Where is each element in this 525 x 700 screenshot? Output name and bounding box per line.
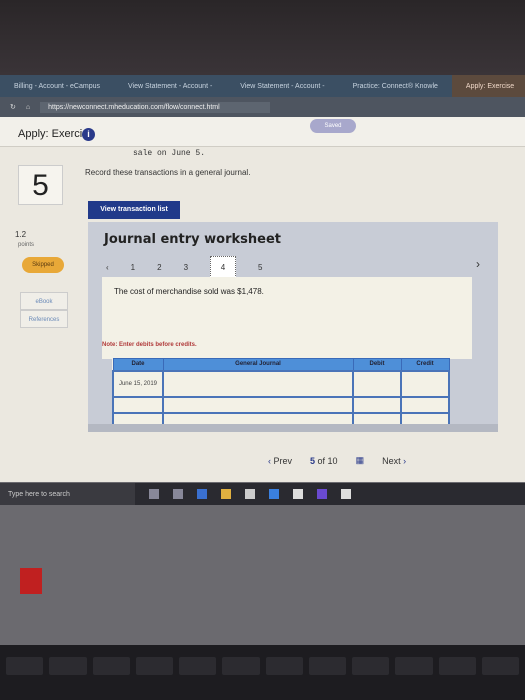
url-input[interactable]: https://newconnect.mheducation.com/flow/… bbox=[40, 101, 271, 113]
key bbox=[352, 657, 390, 675]
journal-table: Date General Journal Debit Credit June 1… bbox=[112, 358, 450, 430]
tab-billing[interactable]: Billing - Account - eCampus bbox=[0, 83, 114, 90]
date-cell bbox=[112, 395, 164, 414]
keyboard bbox=[0, 645, 525, 700]
key bbox=[92, 657, 130, 675]
account-input[interactable] bbox=[162, 395, 354, 414]
next-label: Next bbox=[382, 455, 401, 466]
prev-button[interactable]: ‹ Prev bbox=[268, 456, 292, 466]
page-total: of 10 bbox=[317, 455, 338, 466]
debit-input[interactable] bbox=[352, 369, 402, 398]
key bbox=[135, 657, 173, 675]
ebook-button[interactable]: eBook bbox=[20, 292, 68, 310]
references-button[interactable]: References bbox=[20, 310, 68, 328]
store-icon[interactable] bbox=[245, 489, 255, 499]
note: Note: Enter debits before credits. bbox=[102, 342, 197, 348]
worksheet-title: Journal entry worksheet bbox=[104, 232, 281, 247]
mcgraw-hill-logo bbox=[20, 568, 42, 594]
key bbox=[6, 657, 44, 675]
instruction: Record these transactions in a general j… bbox=[85, 168, 251, 177]
tab-view-statement-1[interactable]: View Statement - Account - bbox=[114, 83, 226, 90]
app-icon[interactable] bbox=[269, 489, 279, 499]
address-bar-row: ↻ ⌂ https://newconnect.mheducation.com/f… bbox=[0, 97, 525, 117]
tab-practice[interactable]: Practice: Connect® Knowle bbox=[339, 83, 452, 90]
table-row bbox=[112, 395, 450, 414]
folder-icon[interactable] bbox=[221, 489, 231, 499]
credit-input[interactable] bbox=[400, 395, 450, 414]
key bbox=[395, 657, 433, 675]
question-fragment: sale on June 5. bbox=[133, 149, 206, 158]
journal-worksheet: Journal entry worksheet ‹ 1 2 3 4 5 › Th… bbox=[88, 222, 498, 432]
prev-step-icon[interactable]: ‹ bbox=[106, 263, 109, 272]
step-5[interactable]: 5 bbox=[258, 263, 262, 272]
key bbox=[222, 657, 260, 675]
refresh-icon[interactable]: ↻ bbox=[10, 103, 16, 111]
question-nav: ‹ Prev 5 of 10 ▦ Next › bbox=[268, 455, 406, 466]
key bbox=[438, 657, 476, 675]
step-2[interactable]: 2 bbox=[157, 263, 161, 272]
app3-icon[interactable] bbox=[341, 489, 351, 499]
key bbox=[179, 657, 217, 675]
info-icon[interactable]: i bbox=[82, 128, 95, 141]
col-credit: Credit bbox=[400, 358, 450, 371]
mic-icon[interactable] bbox=[149, 489, 159, 499]
task-view-icon[interactable] bbox=[173, 489, 183, 499]
points-value: 1.2 bbox=[15, 230, 27, 239]
points-label: points bbox=[18, 242, 35, 248]
question-number: 5 bbox=[18, 165, 63, 205]
app2-icon[interactable] bbox=[317, 489, 327, 499]
account-input[interactable] bbox=[162, 369, 354, 398]
page: Apply: Exercise i Saved sale on June 5. … bbox=[0, 117, 525, 594]
page-indicator: 5 of 10 bbox=[310, 456, 338, 466]
current-page: 5 bbox=[310, 455, 316, 466]
step-4[interactable]: 4 bbox=[210, 256, 237, 278]
edge-icon[interactable] bbox=[197, 489, 207, 499]
header: Apply: Exercise i Saved bbox=[0, 117, 525, 147]
tab-view-statement-2[interactable]: View Statement - Account - bbox=[226, 83, 338, 90]
dropbox-icon[interactable] bbox=[293, 489, 303, 499]
key bbox=[308, 657, 346, 675]
step-1[interactable]: 1 bbox=[131, 263, 135, 272]
home-icon[interactable]: ⌂ bbox=[26, 104, 30, 111]
prev-label: Prev bbox=[273, 455, 293, 466]
browser-tabs: Billing - Account - eCampus View Stateme… bbox=[0, 75, 525, 97]
horizontal-scrollbar[interactable] bbox=[88, 424, 498, 432]
tab-apply-exercise[interactable]: Apply: Exercise bbox=[451, 75, 525, 97]
table-row: June 15, 2019 bbox=[112, 369, 450, 398]
col-debit: Debit bbox=[352, 358, 402, 371]
view-transaction-list-button[interactable]: View transaction list bbox=[88, 201, 180, 219]
credit-input[interactable] bbox=[400, 369, 450, 398]
table-header: Date General Journal Debit Credit bbox=[112, 358, 450, 371]
taskbar: Type here to search bbox=[0, 483, 525, 505]
debit-input[interactable] bbox=[352, 395, 402, 414]
key bbox=[265, 657, 303, 675]
screen-bezel bbox=[0, 0, 525, 75]
status-badge: Skipped bbox=[22, 257, 64, 273]
taskbar-search[interactable]: Type here to search bbox=[0, 483, 135, 505]
col-date: Date bbox=[112, 358, 164, 371]
grid-icon[interactable]: ▦ bbox=[356, 455, 365, 466]
step-3[interactable]: 3 bbox=[184, 263, 188, 272]
col-general-journal: General Journal bbox=[162, 358, 354, 371]
step-nav: ‹ 1 2 3 4 5 bbox=[106, 256, 262, 278]
key bbox=[49, 657, 87, 675]
saved-badge: Saved bbox=[310, 119, 356, 133]
key bbox=[481, 657, 519, 675]
next-step-icon[interactable]: › bbox=[476, 257, 480, 271]
next-button[interactable]: Next › bbox=[382, 456, 406, 466]
date-cell: June 15, 2019 bbox=[112, 369, 164, 398]
